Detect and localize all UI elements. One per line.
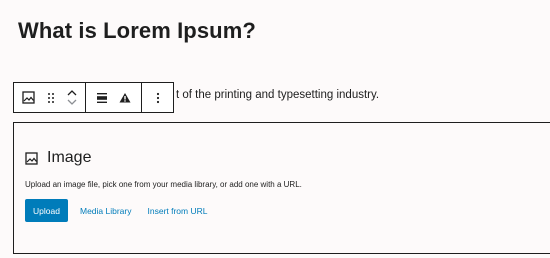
- toolbar-group-block: [14, 83, 86, 112]
- image-icon: [22, 91, 35, 104]
- toolbar-group-controls: [86, 83, 142, 112]
- page-heading[interactable]: What is Lorem Ipsum?: [18, 18, 256, 44]
- upload-button[interactable]: Upload: [25, 199, 68, 222]
- image-block-placeholder[interactable]: Image Upload an image file, pick one fro…: [13, 122, 550, 254]
- paragraph-block[interactable]: t of the printing and typesetting indust…: [176, 89, 379, 101]
- move-down-button[interactable]: [67, 99, 77, 105]
- align-button[interactable]: [96, 83, 108, 112]
- insert-from-url-button[interactable]: Insert from URL: [148, 206, 208, 216]
- block-toolbar: [13, 82, 174, 113]
- image-block-title: Image: [25, 149, 91, 167]
- image-block-actions: Upload Media Library Insert from URL: [25, 199, 208, 222]
- options-button[interactable]: [156, 83, 160, 112]
- drag-handle-icon: [48, 92, 54, 103]
- chevron-down-icon: [67, 99, 77, 105]
- image-icon: [25, 151, 38, 165]
- warning-button[interactable]: [119, 83, 131, 112]
- image-block-instructions: Upload an image file, pick one from your…: [25, 180, 302, 189]
- align-icon: [96, 92, 107, 103]
- block-type-button[interactable]: [22, 83, 35, 112]
- drag-handle-button[interactable]: [47, 83, 55, 112]
- image-block-title-text: Image: [47, 149, 92, 166]
- chevron-up-icon: [67, 90, 77, 96]
- move-up-button[interactable]: [67, 90, 77, 96]
- block-movers: [67, 90, 77, 105]
- toolbar-group-more: [142, 83, 173, 112]
- more-options-icon: [156, 92, 159, 103]
- warning-icon: [119, 93, 131, 103]
- media-library-button[interactable]: Media Library: [80, 206, 132, 216]
